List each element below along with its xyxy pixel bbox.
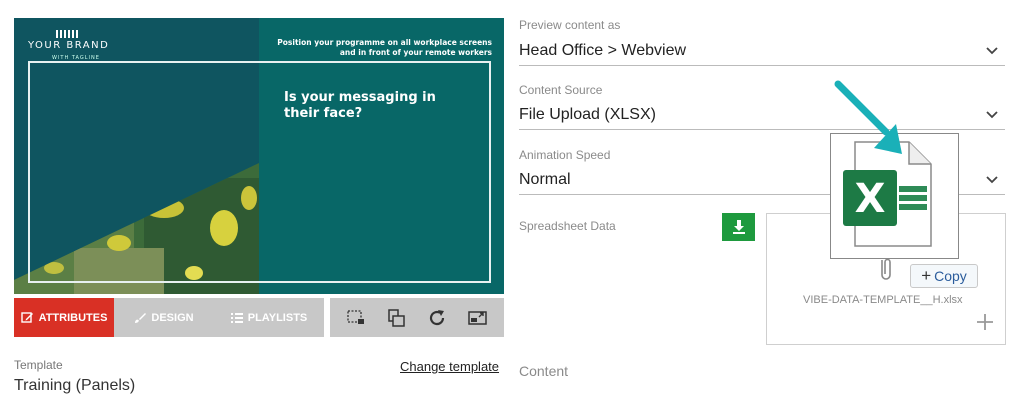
- download-template-button[interactable]: [722, 213, 755, 241]
- uploaded-filename: VIBE-DATA-TEMPLATE__H.xlsx: [803, 294, 963, 306]
- crop-icon: [347, 309, 365, 324]
- tab-playlists[interactable]: PLAYLISTS: [214, 298, 324, 337]
- cast-icon: [468, 310, 487, 325]
- download-icon: [732, 220, 745, 234]
- refresh-button[interactable]: [425, 306, 449, 330]
- change-template-link[interactable]: Change template: [400, 359, 499, 374]
- drag-arrow-icon: [834, 80, 902, 154]
- brand-tagline: WITH TAGLINE: [52, 55, 100, 61]
- chevron-down-icon: [986, 47, 998, 55]
- copy-button-label: Copy: [934, 268, 967, 284]
- content-source-label: Content Source: [519, 83, 603, 97]
- animation-speed-label: Animation Speed: [519, 148, 611, 162]
- content-source-select[interactable]: File Upload (XLSX): [519, 104, 1005, 130]
- preview-headline: Is your messaging in their face?: [284, 90, 436, 121]
- animation-speed-value: Normal: [519, 171, 571, 188]
- editor-tabbar: ATTRIBUTES DESIGN PLAYLISTS: [14, 298, 504, 337]
- list-icon: [230, 313, 243, 323]
- preview-tagline: Position your programme on all workplace…: [277, 38, 492, 57]
- tab-attributes[interactable]: ATTRIBUTES: [14, 298, 114, 337]
- plus-icon: +: [921, 266, 932, 285]
- preview-as-label: Preview content as: [519, 18, 621, 32]
- brush-icon: [135, 312, 147, 323]
- slide-preview: YOUR BRAND WITH TAGLINE Position your pr…: [14, 18, 504, 294]
- content-source-value: File Upload (XLSX): [519, 106, 656, 123]
- brand-logo-icon: [56, 30, 78, 38]
- spreadsheet-data-label: Spreadsheet Data: [519, 219, 616, 233]
- content-section-label: Content: [519, 363, 569, 379]
- tab-design-label: DESIGN: [151, 311, 194, 324]
- chevron-down-icon: [986, 111, 998, 119]
- layers-icon: [388, 308, 405, 327]
- brand-name: YOUR BRAND: [28, 40, 110, 51]
- cast-button[interactable]: [466, 306, 490, 330]
- template-label: Template: [14, 358, 63, 372]
- preview-as-select[interactable]: Head Office > Webview: [519, 40, 1005, 66]
- preview-as-value: Head Office > Webview: [519, 42, 687, 59]
- template-value: Training (Panels): [14, 377, 136, 394]
- copy-button[interactable]: + Copy: [910, 264, 978, 288]
- tab-attributes-label: ATTRIBUTES: [38, 311, 108, 324]
- tab-playlists-label: PLAYLISTS: [247, 311, 308, 324]
- svg-text:X: X: [855, 176, 886, 222]
- add-file-icon[interactable]: [975, 312, 995, 332]
- chevron-down-icon: [986, 176, 998, 184]
- tab-design[interactable]: DESIGN: [114, 298, 214, 337]
- crop-button[interactable]: [344, 306, 368, 330]
- refresh-icon: [430, 309, 445, 325]
- editor-root: YOUR BRAND WITH TAGLINE Position your pr…: [0, 0, 1017, 396]
- preview-toolbar: [330, 298, 504, 337]
- layers-button[interactable]: [385, 306, 409, 330]
- edit-icon: [20, 312, 33, 323]
